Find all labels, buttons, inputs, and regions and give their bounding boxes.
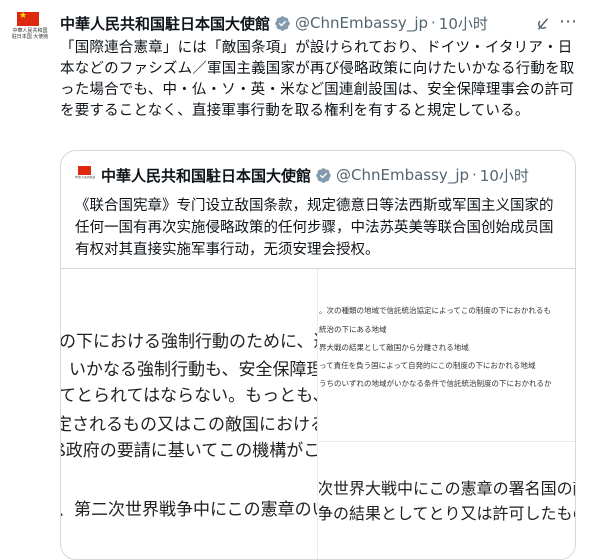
quoted-display-name: 中華人民共和国駐日本国大使館: [101, 166, 312, 185]
display-name[interactable]: 中華人民共和国駐日本国大使館: [60, 13, 270, 34]
avatar-caption: 中華人民共和国 駐日本国 大使館: [11, 28, 49, 40]
tweet-text: 「国際連合憲章」には「敵国条項」が設けられており、ドイツ・イタリア・日本などのフ…: [60, 40, 575, 119]
grok-icon[interactable]: [534, 15, 552, 33]
timestamp[interactable]: 10小时: [439, 13, 488, 34]
more-options-icon[interactable]: ⋯: [559, 13, 578, 31]
tweet-header: 中華人民共和国駐日本国大使館 @ChnEmbassy_jp · 10小时: [60, 12, 488, 34]
verified-badge-icon: [316, 167, 331, 183]
image-text-line: いかなる強制行動も、安全保障理事会: [69, 360, 317, 380]
handle[interactable]: @ChnEmbassy_jp: [295, 14, 428, 32]
image-text-line: てとられてはならない。もっとも、本条: [61, 386, 317, 406]
image-text-line: って責任を負う国によって自発的にこの制度の下におかれる地域: [319, 361, 536, 370]
quoted-tweet[interactable]: 中華人民共和国 駐日本国 大使館 中華人民共和国駐日本国大使館 @ChnEmba…: [60, 150, 576, 560]
quoted-avatar: 中華人民共和国 駐日本国 大使館: [75, 165, 95, 185]
image-text-line: ß政府の要請に基いてこの機構がこの敵: [61, 441, 317, 461]
image-text-line: 定されるもの又はこの敵国における侵略: [61, 415, 317, 435]
separator: ·: [431, 14, 436, 32]
image-text-line: 界大戦の結果として敵国から分離される地域: [319, 343, 469, 352]
media-grid: の下における強制行動のために、適当な いかなる強制行動も、安全保障理事会 てとら…: [61, 268, 575, 559]
china-flag-icon: [78, 166, 91, 175]
avatar[interactable]: 中華人民共和国 駐日本国 大使館: [10, 10, 50, 50]
image-charter-excerpt-1[interactable]: の下における強制行動のために、適当な いかなる強制行動も、安全保障理事会 てとら…: [61, 269, 317, 559]
image-text-line: うちのいずれの地域がいかなる条件で信託統治制度の下におかれるか: [319, 379, 552, 388]
china-flag-icon: [17, 10, 39, 26]
image-text-line: 、第二次世界戦争中にこの憲章のいずれ: [61, 500, 317, 520]
quoted-avatar-caption: 中華人民共和国 駐日本国 大使館: [75, 176, 95, 179]
image-text-line: 争の結果としてとり又は許可したものを無: [319, 504, 575, 523]
separator: ·: [472, 166, 477, 184]
quoted-tweet-text: 《联合国宪章》专门设立敌国条款，规定德意日等法西斯或军国主义国家的任何一国有再次…: [75, 198, 554, 258]
image-text-line: 次世界大戦中にこの憲章の署名国の敵であ: [319, 479, 575, 498]
image-text-line: 。次の種類の地域で信託統治協定によってこの制度の下におかれるも: [319, 306, 551, 315]
image-charter-excerpt-3[interactable]: 次世界大戦中にこの憲章の署名国の敵であ 争の結果としてとり又は許可したものを無: [319, 443, 575, 559]
tweet[interactable]: 中華人民共和国 駐日本国 大使館 中華人民共和国駐日本国大使館 @ChnEmba…: [0, 0, 589, 560]
image-text-line: の下における強制行動のために、適当な: [61, 332, 317, 352]
image-charter-excerpt-2[interactable]: 。次の種類の地域で信託統治協定によってこの制度の下におかれるも 統治の下にある地…: [319, 269, 575, 441]
quoted-tweet-header: 中華人民共和国 駐日本国 大使館 中華人民共和国駐日本国大使館 @ChnEmba…: [75, 165, 529, 185]
quoted-timestamp: 10小时: [479, 166, 529, 185]
verified-badge-icon: [275, 15, 290, 31]
quoted-handle: @ChnEmbassy_jp: [336, 166, 470, 184]
image-text-line: 統治の下にある地域: [319, 325, 387, 334]
